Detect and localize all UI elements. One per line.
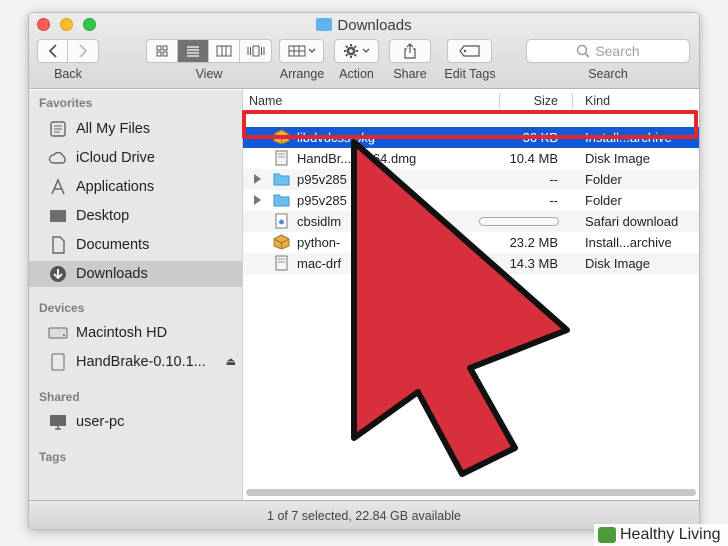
leaf-logo-icon [598, 527, 616, 543]
pointer-arrow-icon [351, 139, 570, 477]
watermark-text: Healthy Living [620, 526, 721, 543]
watermark: Healthy Living [594, 524, 728, 546]
